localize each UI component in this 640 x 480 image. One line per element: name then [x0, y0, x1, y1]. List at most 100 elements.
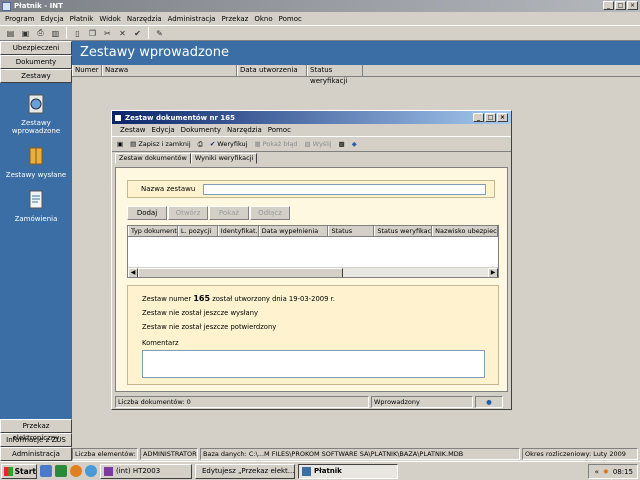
dialog-menu-zestaw[interactable]: Zestaw	[117, 126, 149, 134]
menu-pomoc[interactable]: Pomoc	[276, 15, 305, 23]
start-label: Start	[14, 466, 36, 476]
sent-sets-icon	[29, 147, 43, 165]
tray-sun-icon[interactable]: ✹	[603, 468, 609, 476]
close-button[interactable]: ×	[627, 1, 638, 10]
set-confirmed-status: Zestaw nie został jeszcze potwierdzony	[142, 323, 277, 331]
task-ht2003[interactable]: (int) HT2003	[100, 463, 192, 479]
name-label: Nazwa zestawu	[141, 185, 196, 193]
dialog-title: Zestaw dokumentów nr 165	[125, 113, 235, 122]
sidebar-item-zamowienia[interactable]: Zamówienia	[0, 189, 72, 223]
show-error-button[interactable]: ▦ Pokaż błąd	[252, 138, 299, 150]
scroll-thumb[interactable]	[138, 268, 343, 277]
sidebar-tab-przekaz[interactable]: Przekaz elektroniczny	[0, 419, 72, 442]
sidebar-item-label: Zamówienia	[14, 215, 58, 223]
start-button[interactable]: Start	[1, 463, 37, 479]
task-edit-przekaz[interactable]: Edytujesz „Przekaz elekt...	[195, 463, 295, 479]
menu-edycja[interactable]: Edycja	[38, 15, 67, 23]
detach-button[interactable]: Odłącz	[250, 206, 290, 220]
scroll-right-icon[interactable]: ▶	[488, 268, 498, 277]
comment-textarea[interactable]	[142, 350, 485, 378]
new-document-icon[interactable]: ▯	[71, 27, 84, 39]
copy-icon[interactable]: ❐	[86, 27, 99, 39]
grid-col-pozycji[interactable]: L. pozycji	[177, 226, 218, 236]
menu-widok[interactable]: Widok	[96, 15, 124, 23]
column-nazwa[interactable]: Nazwa	[102, 65, 237, 76]
task-label: Płatnik	[314, 467, 342, 475]
menu-platnik[interactable]: Płatnik	[67, 15, 97, 23]
dialog-print-icon[interactable]: ⎙	[196, 138, 205, 150]
sidebar-item-zestawy-wyslane[interactable]: Zestawy wysłane	[0, 145, 72, 179]
grid-col-status[interactable]: Status	[328, 226, 375, 236]
sidebar-tab-informacje-zus[interactable]: Informacje z ZUS	[0, 433, 72, 447]
save-close-button[interactable]: ▤ Zapisz i zamknij	[128, 138, 192, 150]
dialog-save-icon[interactable]: ▣	[115, 138, 125, 150]
menu-administracja[interactable]: Administracja	[165, 15, 219, 23]
set-name-input[interactable]	[203, 184, 486, 195]
tab-zestaw-dokumentow[interactable]: Zestaw dokumentów	[115, 153, 191, 164]
dialog-book-icon[interactable]: ◆	[350, 138, 359, 150]
menubar: Program Edycja Płatnik Widok Narzędzia A…	[0, 12, 640, 25]
cut-icon[interactable]: ✂	[101, 27, 114, 39]
main-toolbar: ▤ ▣ ⎙ ▥ ▯ ❐ ✂ ✕ ✔ ✎	[0, 25, 640, 41]
menu-okno[interactable]: Okno	[251, 15, 275, 23]
dialog-body: Nazwa zestawu Dodaj Otwórz Pokaż Odłącz …	[115, 167, 508, 392]
check-icon[interactable]: ✔	[131, 27, 144, 39]
tray-expand-icon[interactable]: «	[595, 468, 599, 476]
dialog-menu-dokumenty[interactable]: Dokumenty	[178, 126, 224, 134]
scroll-left-icon[interactable]: ◀	[128, 268, 138, 277]
minimize-button[interactable]: _	[603, 1, 614, 10]
name-row: Nazwa zestawu	[127, 180, 495, 198]
verify-check-icon: ✔	[209, 140, 216, 148]
add-button[interactable]: Dodaj	[127, 206, 167, 220]
dialog-close-button[interactable]: ×	[497, 113, 508, 122]
firefox-icon[interactable]	[70, 465, 82, 477]
grid-col-identyfikator[interactable]: Identyfikat...	[217, 226, 259, 236]
dialog-minimize-button[interactable]: _	[473, 113, 484, 122]
menu-program[interactable]: Program	[2, 15, 38, 23]
grid-header: Typ dokumentu L. pozycji Identyfikat... …	[128, 226, 498, 237]
open-folder-icon[interactable]: ▤	[4, 27, 17, 39]
set-state: Wprowadzony	[371, 395, 473, 408]
sidebar-tab-zestawy[interactable]: Zestawy	[0, 69, 72, 83]
sidebar-tab-dokumenty[interactable]: Dokumenty	[0, 55, 72, 69]
save-icon[interactable]: ▣	[19, 27, 32, 39]
sidebar-item-zestawy-wprowadzone[interactable]: Zestawy wprowadzone	[0, 93, 72, 135]
set-sent-status: Zestaw nie został jeszcze wysłany	[142, 309, 259, 317]
maximize-button[interactable]: □	[615, 1, 626, 10]
menu-przekaz[interactable]: Przekaz	[218, 15, 251, 23]
column-status-weryfikacji[interactable]: Status weryfikacji	[307, 65, 363, 85]
send-label: Wyślij	[312, 140, 332, 148]
delete-icon[interactable]: ✕	[116, 27, 129, 39]
set-info-panel: Zestaw numer 165 został utworzony dnia 1…	[127, 285, 499, 385]
help-icon[interactable]: ●	[475, 395, 503, 408]
edit-icon[interactable]: ✎	[153, 27, 166, 39]
dialog-properties-icon[interactable]: ▩	[337, 138, 347, 150]
send-button[interactable]: ▧ Wyślij	[302, 138, 333, 150]
list-header: Numer Nazwa Data utworzenia Status weryf…	[72, 65, 640, 85]
dialog-menu-narzedzia[interactable]: Narzędzia	[224, 126, 265, 134]
browser-icon[interactable]	[85, 465, 97, 477]
quicklaunch-icon[interactable]	[55, 465, 67, 477]
grid-horizontal-scrollbar[interactable]: ◀ ▶	[128, 267, 498, 277]
dialog-menu-pomoc[interactable]: Pomoc	[265, 126, 294, 134]
sidebar-tab-administracja[interactable]: Administracja	[0, 447, 72, 461]
show-button[interactable]: Pokaż	[209, 206, 249, 220]
open-button[interactable]: Otwórz	[168, 206, 208, 220]
tab-wyniki-weryfikacji[interactable]: Wyniki weryfikacji	[190, 153, 258, 164]
desktop-icon[interactable]	[40, 465, 52, 477]
column-numer[interactable]: Numer	[72, 65, 102, 76]
verify-button[interactable]: ✔ Weryfikuj	[208, 138, 250, 150]
grid-col-data[interactable]: Data wypełnienia	[258, 226, 329, 236]
print-icon[interactable]: ⎙	[34, 27, 47, 39]
preview-icon[interactable]: ▥	[49, 27, 62, 39]
grid-col-status-weryfikacji[interactable]: Status weryfikacji	[374, 226, 433, 236]
scroll-track[interactable]	[343, 268, 488, 277]
grid-col-typ[interactable]: Typ dokumentu	[128, 226, 178, 236]
menu-narzedzia[interactable]: Narzędzia	[124, 15, 165, 23]
dialog-menu-edycja[interactable]: Edycja	[149, 126, 178, 134]
task-platnik[interactable]: Płatnik	[298, 463, 398, 479]
sidebar-tab-ubezpieczeni[interactable]: Ubezpieczeni	[0, 41, 72, 55]
grid-col-nazwisko[interactable]: Nazwisko ubezpieczo	[432, 226, 498, 236]
dialog-maximize-button[interactable]: □	[485, 113, 496, 122]
column-data-utworzenia[interactable]: Data utworzenia	[237, 65, 307, 76]
